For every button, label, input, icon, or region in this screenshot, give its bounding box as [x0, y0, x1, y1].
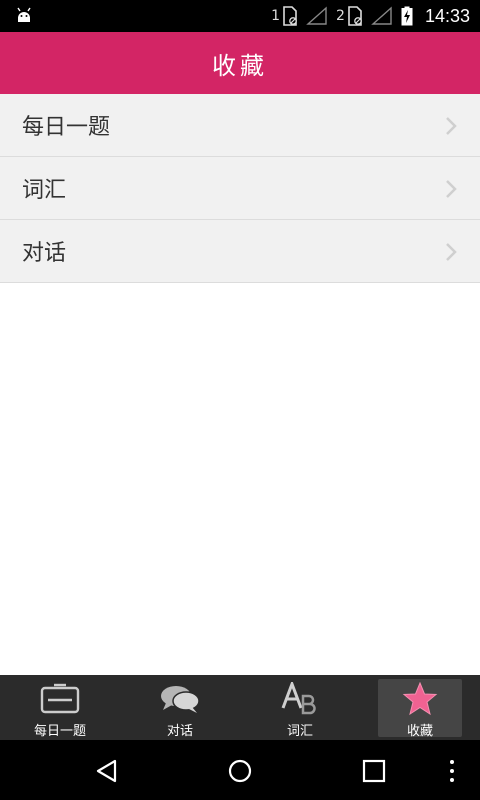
tab-label: 收藏 — [406, 724, 433, 739]
daily-card-icon — [38, 681, 82, 717]
app-header: 收藏 — [0, 32, 480, 94]
ab-letters-icon — [278, 681, 322, 717]
recents-icon[interactable] — [361, 758, 387, 784]
list-item-label: 每日一题 — [22, 115, 111, 140]
list-item-daily[interactable]: 每日一题 — [0, 94, 480, 157]
sim2-status: 2 — [336, 6, 363, 26]
chevron-right-icon — [446, 243, 457, 261]
list-item-vocab[interactable]: 词汇 — [0, 157, 480, 220]
sim1-status: 1 — [271, 6, 298, 26]
sim-card-icon — [283, 6, 297, 26]
favorites-list: 每日一题 词汇 对话 — [0, 94, 480, 283]
signal-empty-icon — [371, 6, 392, 25]
tab-daily[interactable]: 每日一题 — [0, 675, 120, 740]
tab-label: 每日一题 — [33, 724, 86, 739]
overflow-menu-icon[interactable] — [444, 758, 460, 784]
sim1-label: 1 — [271, 8, 281, 24]
status-clock: 14:33 — [424, 5, 470, 26]
tab-label: 对话 — [166, 724, 193, 739]
bottom-tab-bar: 每日一题 对话 词汇 收藏 — [0, 675, 480, 740]
android-debug-icon — [17, 7, 31, 22]
chat-bubbles-icon — [158, 681, 202, 717]
list-item-dialog[interactable]: 对话 — [0, 220, 480, 283]
sim2-label: 2 — [336, 8, 345, 24]
tab-favorites[interactable]: 收藏 — [360, 675, 480, 740]
signal-empty-icon — [306, 6, 327, 25]
page-title: 收藏 — [212, 51, 268, 80]
system-nav-bar — [0, 740, 480, 800]
status-bar: 1 2 14:33 — [0, 0, 480, 32]
battery-charging-icon — [401, 6, 413, 26]
tab-label: 词汇 — [286, 724, 313, 739]
chevron-right-icon — [446, 117, 457, 135]
back-icon[interactable] — [94, 758, 120, 784]
list-item-label: 词汇 — [22, 178, 67, 203]
star-icon — [398, 681, 442, 717]
tab-dialog[interactable]: 对话 — [120, 675, 240, 740]
chevron-right-icon — [446, 180, 457, 198]
list-item-label: 对话 — [22, 241, 67, 266]
tab-vocab[interactable]: 词汇 — [240, 675, 360, 740]
home-icon[interactable] — [227, 758, 253, 784]
sim-card-icon — [348, 6, 362, 26]
